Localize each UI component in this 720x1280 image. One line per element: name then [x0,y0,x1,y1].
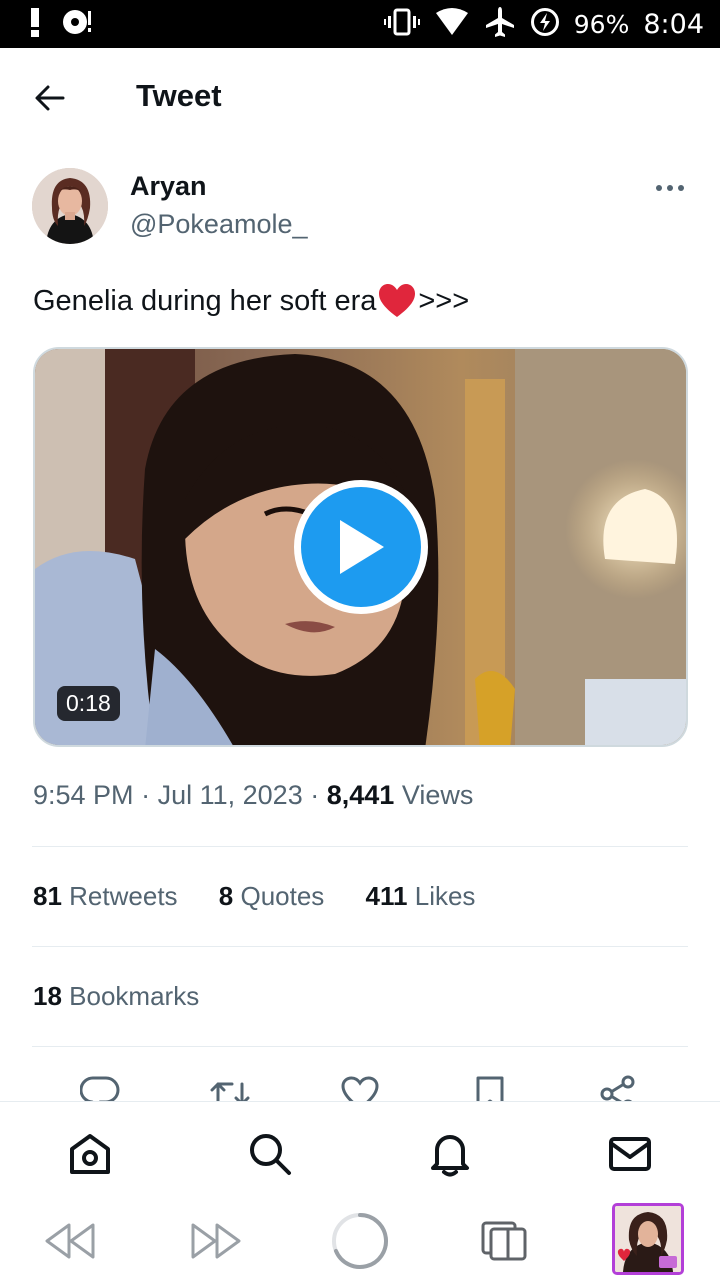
likes-stat[interactable]: 411 Likes [366,881,476,911]
engagement-stats: 81 Retweets 8 Quotes 411 Likes [33,881,509,912]
tweet-text: Genelia during her soft era >>> [33,282,469,320]
nav-home[interactable] [66,1130,114,1178]
like-button[interactable] [340,1074,380,1102]
quotes-label: Quotes [240,881,325,911]
quotes-count: 8 [218,881,234,911]
bookmark-button[interactable] [470,1074,510,1102]
alert-icon [28,6,42,43]
media-icon [60,6,94,43]
red-heart-emoji-icon [378,283,416,319]
video-duration: 0:18 [57,686,120,721]
arrow-left-icon [35,85,65,111]
notifications-icon [431,1135,469,1177]
status-bar: 96% 8:04 [0,0,720,48]
tab-thumbnail[interactable] [612,1203,684,1275]
video-player[interactable]: 0:18 [33,347,688,747]
bookmarks-stat[interactable]: 18 Bookmarks [33,981,199,1011]
bookmarks-count: 18 [33,981,62,1011]
tweet-text-suffix: >>> [418,285,470,317]
share-button[interactable] [598,1074,638,1102]
tweet-text-body: Genelia during her soft era [33,285,377,317]
bookmarks-stat-row: 18 Bookmarks [33,981,233,1012]
bottom-navigation [0,1101,720,1199]
page-title: Tweet [136,78,222,113]
like-icon [341,1076,379,1102]
battery-percent: 96% [573,9,630,39]
tabs-button[interactable] [474,1211,534,1271]
fast-forward-icon [191,1223,241,1259]
loading-icon [332,1213,388,1269]
header: Tweet [0,48,720,146]
wifi-icon [434,7,470,42]
rewind-icon [45,1223,95,1259]
views-label: Views [401,780,474,810]
retweets-stat[interactable]: 81 Retweets [33,881,178,911]
reply-icon [80,1076,120,1102]
play-button[interactable] [294,480,428,614]
browser-back-button[interactable] [40,1211,100,1271]
likes-label: Likes [414,881,476,911]
author-handle[interactable]: @Pokeamole_ [130,209,308,240]
browser-forward-button[interactable] [186,1211,246,1271]
tweet-actions [0,1062,720,1102]
play-icon [340,520,384,574]
separator: · [310,780,320,810]
divider [32,1046,688,1047]
bookmark-icon [476,1076,504,1102]
author-name[interactable]: Aryan [130,171,207,202]
tabs-icon [481,1221,527,1261]
views-count: 8,441 [326,780,395,810]
tweet-timestamp[interactable]: 9:54 PM · Jul 11, 2023 · 8,441 Views [33,780,473,811]
tweet-time: 9:54 PM [33,780,134,810]
vibrate-icon [383,7,420,42]
nav-search[interactable] [246,1130,294,1178]
clock: 8:04 [643,8,704,40]
loading-indicator[interactable] [330,1211,390,1271]
battery-saver-icon [530,7,560,42]
retweet-button[interactable] [210,1074,250,1102]
share-icon [600,1075,635,1102]
more-options-button[interactable] [652,176,688,200]
messages-icon [609,1137,651,1171]
reply-button[interactable] [80,1074,120,1102]
nav-messages[interactable] [606,1130,654,1178]
nav-notifications[interactable] [426,1130,474,1178]
retweets-count: 81 [33,881,62,911]
retweet-icon [210,1082,250,1102]
divider [32,946,688,947]
divider [32,846,688,847]
airplane-icon [484,6,516,43]
tweet-date: Jul 11, 2023 [157,780,303,810]
back-button[interactable] [26,76,74,120]
retweets-label: Retweets [69,881,178,911]
search-icon [250,1134,291,1175]
home-icon [70,1134,110,1174]
quotes-stat[interactable]: 8 Quotes [219,881,325,911]
avatar[interactable] [32,168,108,244]
more-icon [656,185,684,191]
likes-count: 411 [365,881,408,911]
separator: · [141,780,151,810]
bookmarks-label: Bookmarks [69,981,200,1011]
